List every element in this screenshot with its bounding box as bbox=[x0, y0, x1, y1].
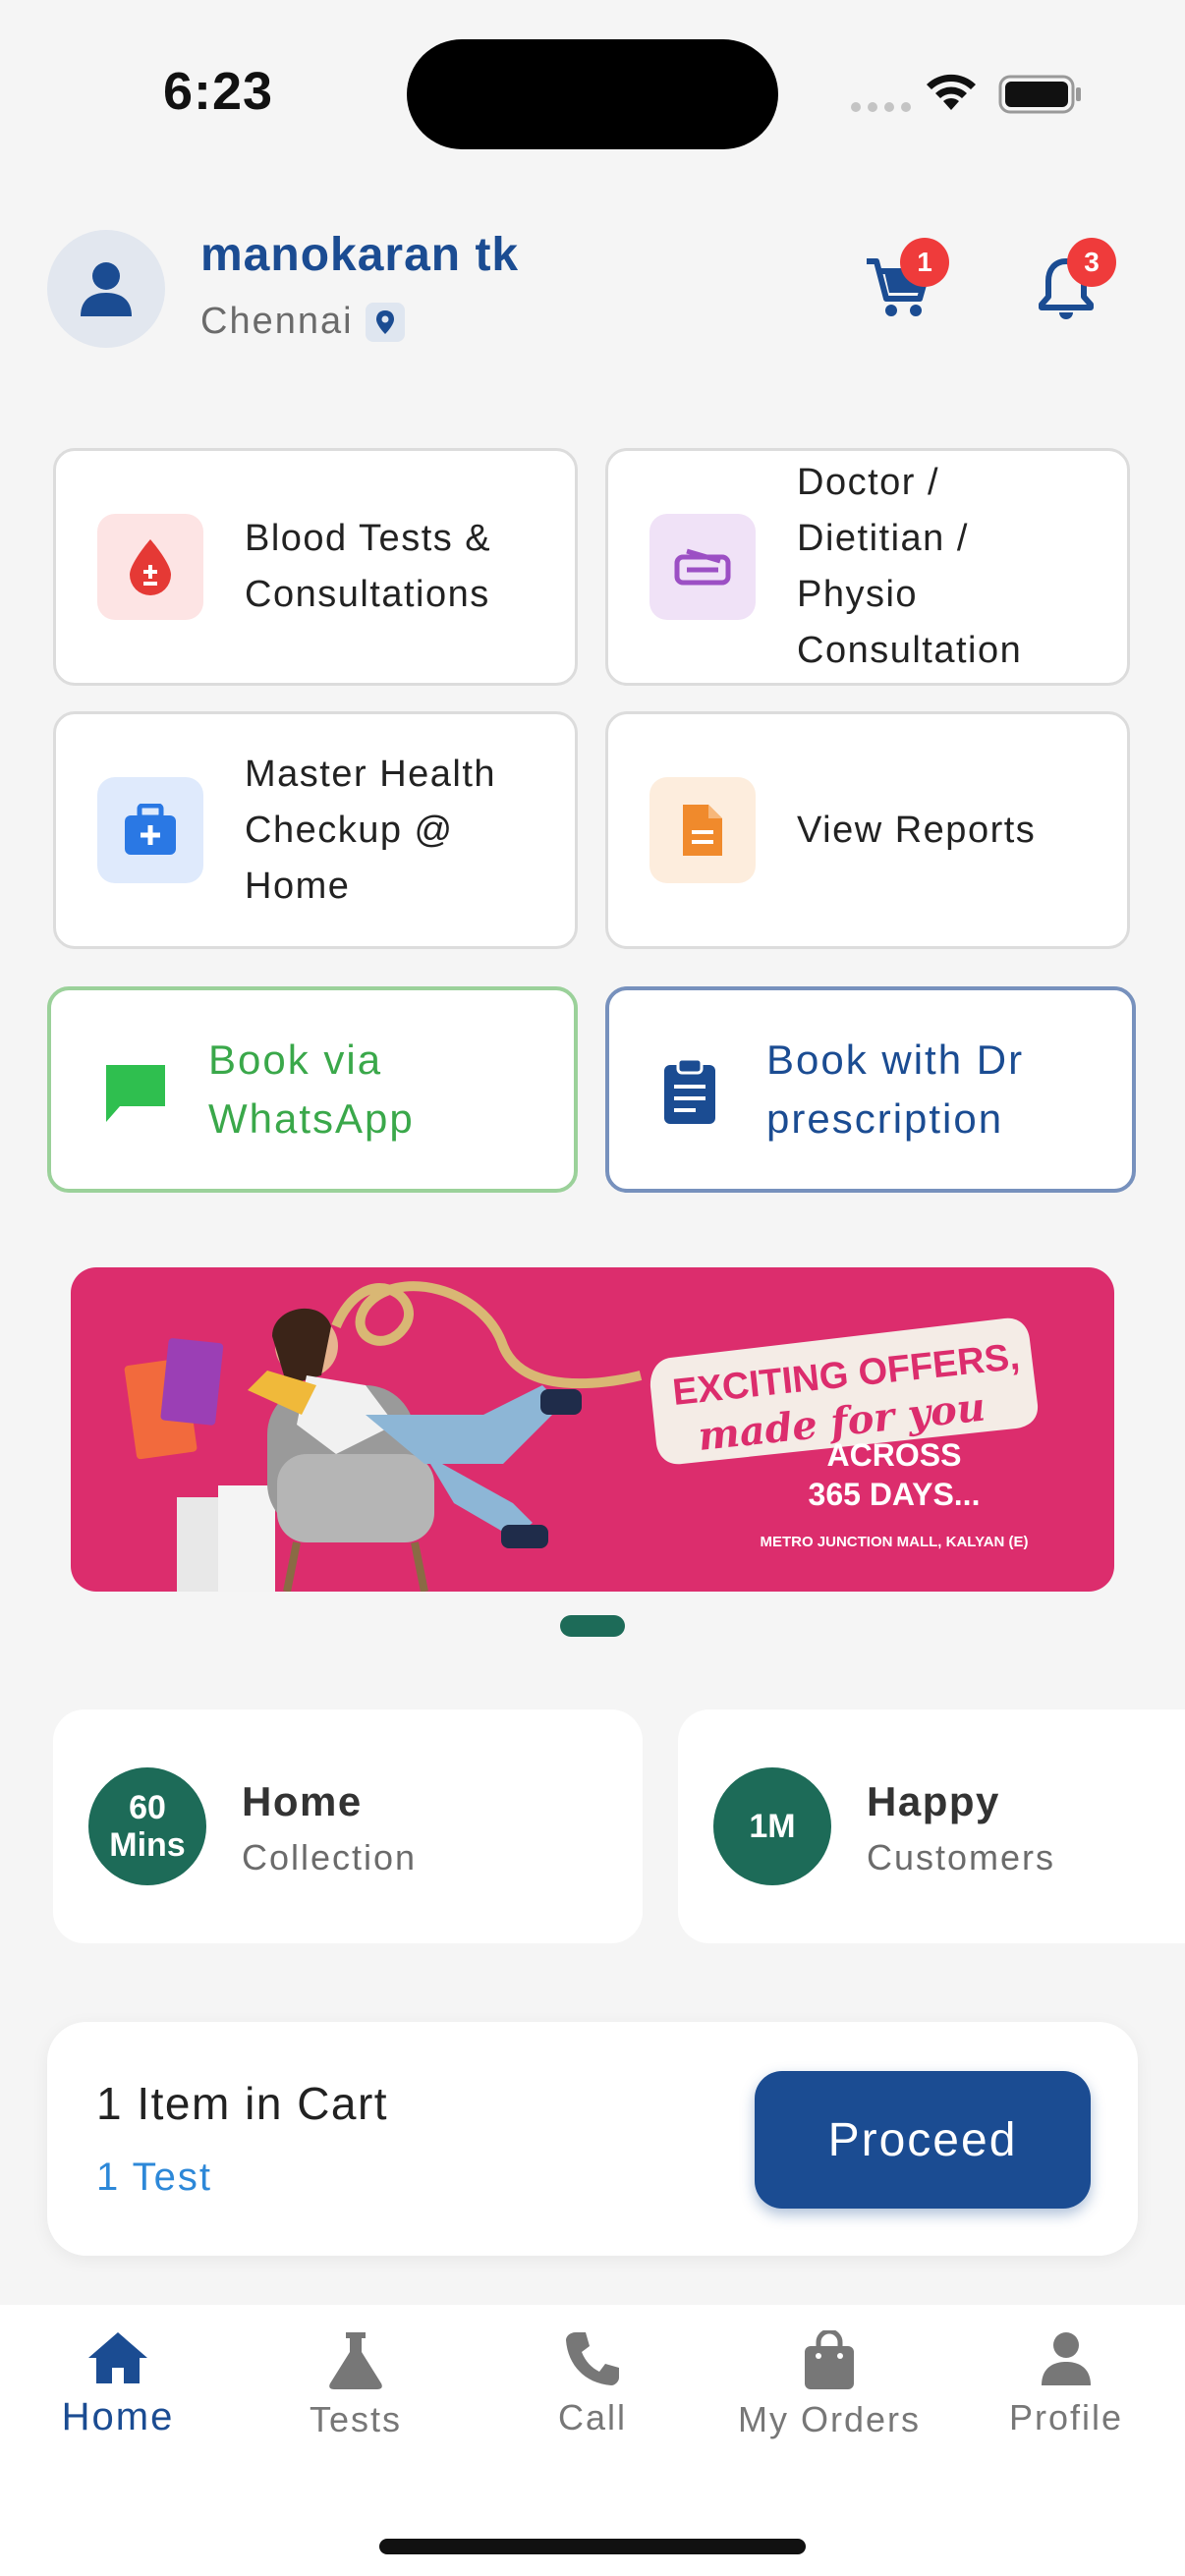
cart-button[interactable]: 1 bbox=[855, 238, 949, 332]
user-name[interactable]: manokaran tk bbox=[200, 228, 519, 282]
avatar[interactable] bbox=[47, 230, 165, 348]
nav-profile[interactable]: Profile bbox=[953, 2330, 1179, 2438]
wifi-icon bbox=[927, 74, 976, 110]
notifications-button[interactable]: 3 bbox=[1022, 238, 1116, 332]
tile-doctor-consultation[interactable]: Doctor / Dietitian / Physio Consultation bbox=[605, 448, 1130, 686]
dynamic-island bbox=[407, 39, 778, 149]
person-icon bbox=[1042, 2332, 1091, 2385]
nav-my-orders[interactable]: My Orders bbox=[716, 2330, 942, 2440]
notification-count-badge: 3 bbox=[1067, 238, 1116, 287]
bottom-nav: Home Tests Call My Orders Profile bbox=[0, 2305, 1185, 2576]
banner-line5: METRO JUNCTION MALL, KALYAN (E) bbox=[760, 1534, 1028, 1550]
battery-icon bbox=[998, 75, 1081, 114]
cart-summary-title: 1 Item in Cart bbox=[96, 2078, 389, 2129]
whatsapp-label: Book via WhatsApp bbox=[208, 1036, 415, 1142]
nav-label: My Orders bbox=[737, 2399, 921, 2439]
book-with-prescription-button[interactable]: Book with Dr prescription bbox=[605, 986, 1136, 1193]
location-pin-icon bbox=[365, 302, 405, 342]
banner-line3: ACROSS bbox=[827, 1437, 962, 1473]
cart-count-badge: 1 bbox=[900, 238, 949, 287]
stat-title: Home bbox=[242, 1778, 363, 1824]
promo-banner[interactable]: EXCITING OFFERS, made for you ACROSS 365… bbox=[71, 1267, 1114, 1592]
tile-label: View Reports bbox=[797, 809, 1037, 851]
nav-tests[interactable]: Tests bbox=[243, 2330, 469, 2440]
cart-summary: 1 Item in Cart 1 Test Proceed bbox=[47, 2022, 1138, 2256]
stat-badge-value: 60 bbox=[129, 1789, 166, 1826]
tile-label: Master Health Checkup @ Home bbox=[245, 753, 497, 907]
tile-master-health-checkup[interactable]: Master Health Checkup @ Home bbox=[53, 711, 578, 949]
document-icon bbox=[649, 777, 756, 883]
clipboard-icon bbox=[664, 1057, 715, 1124]
stat-subtitle: Collection bbox=[242, 1837, 418, 1877]
shopping-bag-icon bbox=[805, 2330, 854, 2389]
book-via-whatsapp-button[interactable]: Book via WhatsApp bbox=[47, 986, 578, 1193]
blood-drop-icon bbox=[97, 514, 203, 620]
phone-icon bbox=[566, 2332, 619, 2385]
home-icon bbox=[88, 2332, 147, 2383]
nav-home[interactable]: Home bbox=[5, 2330, 231, 2439]
banner-line4: 365 DAYS... bbox=[809, 1477, 981, 1512]
proceed-button[interactable]: Proceed bbox=[755, 2071, 1091, 2209]
nav-label: Home bbox=[61, 2395, 175, 2438]
stat-badge: 1M bbox=[713, 1767, 831, 1885]
prescription-label: Book with Dr prescription bbox=[766, 1036, 1025, 1142]
stat-badge-value: 1M bbox=[749, 1808, 796, 1845]
medical-kit-icon bbox=[97, 777, 203, 883]
stethoscope-icon bbox=[649, 514, 756, 620]
nav-label: Profile bbox=[1008, 2397, 1124, 2437]
nav-label: Call bbox=[557, 2397, 627, 2437]
stat-card-home-collection: 60 Mins Home Collection bbox=[53, 1709, 643, 1943]
cart-summary-subtitle[interactable]: 1 Test bbox=[96, 2156, 212, 2200]
tile-label: Doctor / Dietitian / Physio Consultation bbox=[797, 462, 1023, 671]
nav-call[interactable]: Call bbox=[480, 2330, 705, 2438]
tile-label: Blood Tests & Consultations bbox=[245, 518, 492, 615]
stat-card-happy-customers: 1M Happy Customers bbox=[678, 1709, 1185, 1943]
stat-subtitle: Customers bbox=[867, 1837, 1056, 1877]
tile-view-reports[interactable]: View Reports bbox=[605, 711, 1130, 949]
carousel-indicator[interactable] bbox=[560, 1615, 625, 1637]
person-icon bbox=[81, 262, 132, 316]
cellular-signal-icon bbox=[851, 102, 911, 112]
nav-label: Tests bbox=[309, 2399, 403, 2439]
stat-title: Happy bbox=[867, 1778, 1000, 1824]
home-indicator bbox=[379, 2539, 806, 2554]
location-selector[interactable]: Chennai bbox=[200, 301, 405, 343]
stat-badge: 60 Mins bbox=[88, 1767, 206, 1885]
flask-icon bbox=[329, 2332, 382, 2389]
stat-badge-unit: Mins bbox=[109, 1826, 186, 1864]
city-label: Chennai bbox=[200, 301, 354, 342]
status-time: 6:23 bbox=[163, 62, 274, 121]
chat-icon bbox=[106, 1065, 165, 1122]
tile-blood-tests[interactable]: Blood Tests & Consultations bbox=[53, 448, 578, 686]
banner-artwork: EXCITING OFFERS, made for you ACROSS 365… bbox=[124, 1281, 1039, 1592]
